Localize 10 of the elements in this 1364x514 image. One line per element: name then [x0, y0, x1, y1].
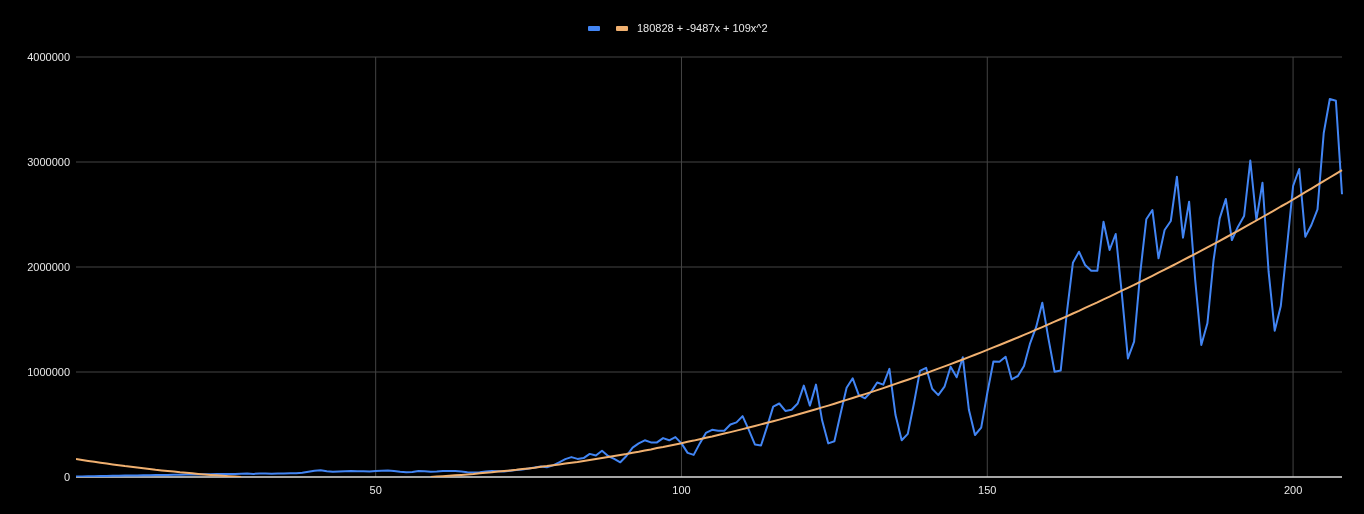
y-axis-label: 3000000	[27, 156, 70, 168]
y-axis-label: 4000000	[27, 51, 70, 63]
x-axis-label: 50	[369, 484, 382, 496]
y-axis-label: 0	[63, 471, 70, 483]
x-axis-label: 100	[672, 484, 691, 496]
y-axis-label: 2000000	[27, 261, 70, 273]
legend-label: 180828 + -9487x + 109x^2	[637, 22, 768, 34]
x-axis-label: 150	[978, 484, 997, 496]
y-axis-label: 1000000	[27, 366, 70, 378]
x-axis-label: 200	[1283, 484, 1303, 496]
